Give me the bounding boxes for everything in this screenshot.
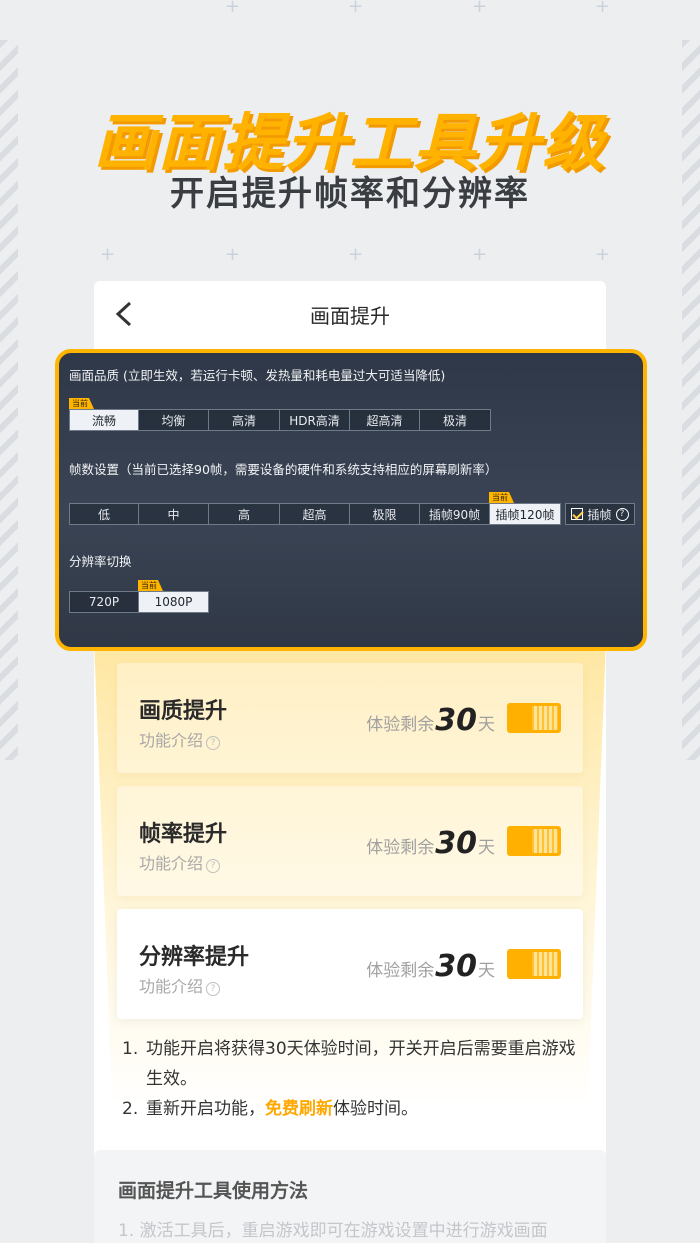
fps-option-extreme[interactable]: 极限 bbox=[350, 503, 420, 525]
feature-title: 分辨率提升 bbox=[139, 945, 250, 970]
feature-card-fps: 帧率提升 功能介绍? 体验剩余 30 天 bbox=[117, 786, 583, 896]
quality-toggle[interactable] bbox=[507, 703, 561, 733]
trial-remaining: 体验剩余 30 天 bbox=[366, 949, 495, 984]
toggle-knob bbox=[532, 952, 558, 976]
fps-option-interp-120[interactable]: 当前 插帧120帧 bbox=[489, 492, 561, 525]
subheadline: 开启提升帧率和分辨率 bbox=[170, 174, 530, 214]
toggle-knob bbox=[532, 829, 558, 853]
feature-card-quality: 画质提升 功能介绍? 体验剩余 30 天 bbox=[117, 663, 583, 773]
fps-option-high[interactable]: 高 bbox=[209, 503, 280, 525]
graphics-settings-panel: 画面品质 (立即生效，若运行卡顿、发热量和耗电量过大可适当降低) 当前 流畅 均… bbox=[55, 349, 647, 651]
resolution-option-1080p[interactable]: 当前 1080P bbox=[138, 580, 209, 613]
trial-remaining: 体验剩余 30 天 bbox=[366, 826, 495, 861]
notes-list: 1. 功能开启将获得30天体验时间，开关开启后需要重启游戏生效。 2. 重新开启… bbox=[122, 1034, 592, 1124]
question-icon: ? bbox=[206, 736, 221, 750]
question-icon: ? bbox=[206, 859, 221, 873]
fps-option-medium[interactable]: 中 bbox=[139, 503, 209, 525]
help-icon[interactable]: ? bbox=[615, 507, 629, 521]
quality-option-balanced[interactable]: 均衡 bbox=[139, 409, 209, 431]
plus-decoration: + bbox=[472, 244, 488, 265]
resolution-label: 分辨率切换 bbox=[69, 554, 132, 569]
current-tag: 当前 bbox=[69, 398, 94, 409]
fps-option-ultra[interactable]: 超高 bbox=[280, 503, 350, 525]
resolution-options: 720P 当前 1080P bbox=[69, 580, 209, 613]
interp-checkbox[interactable]: 插帧 ? bbox=[565, 503, 635, 525]
quality-option-uhd[interactable]: 超高清 bbox=[350, 409, 420, 431]
trial-remaining: 体验剩余 30 天 bbox=[366, 703, 495, 738]
feature-title: 画质提升 bbox=[139, 699, 228, 724]
quality-option-extreme[interactable]: 极清 bbox=[420, 409, 491, 431]
feature-card-resolution: 分辨率提升 功能介绍? 体验剩余 30 天 bbox=[117, 909, 583, 1019]
note-item: 2. 重新开启功能，免费刷新体验时间。 bbox=[122, 1099, 418, 1119]
current-tag: 当前 bbox=[138, 580, 163, 591]
fps-options: 低 中 高 超高 极限 插帧90帧 当前 插帧120帧 插帧 ? bbox=[69, 492, 635, 525]
highlight-text: 免费刷新 bbox=[265, 1099, 333, 1119]
feature-intro-link[interactable]: 功能介绍? bbox=[139, 727, 221, 751]
fps-option-low[interactable]: 低 bbox=[69, 503, 139, 525]
feature-title: 帧率提升 bbox=[139, 822, 228, 847]
plus-decoration: + bbox=[472, 0, 488, 17]
usage-text: 1. 激活工具后，重启游戏即可在游戏设置中进行游戏画面 bbox=[118, 1221, 548, 1241]
plus-decoration: + bbox=[595, 244, 611, 265]
resolution-option-720p[interactable]: 720P bbox=[69, 591, 139, 613]
plus-decoration: + bbox=[225, 244, 241, 265]
toggle-knob bbox=[532, 706, 558, 730]
plus-decoration: + bbox=[100, 244, 116, 265]
feature-intro-link[interactable]: 功能介绍? bbox=[139, 973, 221, 997]
quality-options: 当前 流畅 均衡 高清 HDR高清 超高清 极清 bbox=[69, 398, 491, 431]
usage-title: 画面提升工具使用方法 bbox=[118, 1180, 309, 1202]
question-icon: ? bbox=[206, 982, 221, 996]
fps-option-interp-90[interactable]: 插帧90帧 bbox=[420, 503, 490, 525]
plus-decoration: + bbox=[225, 0, 241, 17]
plus-decoration: + bbox=[348, 244, 364, 265]
feature-intro-link[interactable]: 功能介绍? bbox=[139, 850, 221, 874]
checkbox-icon bbox=[571, 508, 584, 520]
note-item: 1. 功能开启将获得30天体验时间，开关开启后需要重启游戏生效。 bbox=[122, 1039, 576, 1089]
quality-label: 画面品质 (立即生效，若运行卡顿、发热量和耗电量过大可适当降低) bbox=[69, 368, 446, 383]
resolution-toggle[interactable] bbox=[507, 949, 561, 979]
plus-decoration: + bbox=[595, 0, 611, 17]
card-title: 画面提升 bbox=[310, 304, 390, 328]
usage-card: 画面提升工具使用方法 1. 激活工具后，重启游戏即可在游戏设置中进行游戏画面 bbox=[94, 1150, 606, 1243]
current-tag: 当前 bbox=[489, 492, 514, 503]
fps-toggle[interactable] bbox=[507, 826, 561, 856]
fps-label: 帧数设置（当前已选择90帧，需要设备的硬件和系统支持相应的屏幕刷新率） bbox=[69, 462, 498, 477]
plus-decoration: + bbox=[348, 0, 364, 17]
quality-option-smooth[interactable]: 当前 流畅 bbox=[69, 398, 139, 431]
quality-option-hdr[interactable]: HDR高清 bbox=[280, 409, 350, 431]
quality-option-hd[interactable]: 高清 bbox=[209, 409, 280, 431]
card-header: 画面提升 bbox=[94, 281, 606, 347]
